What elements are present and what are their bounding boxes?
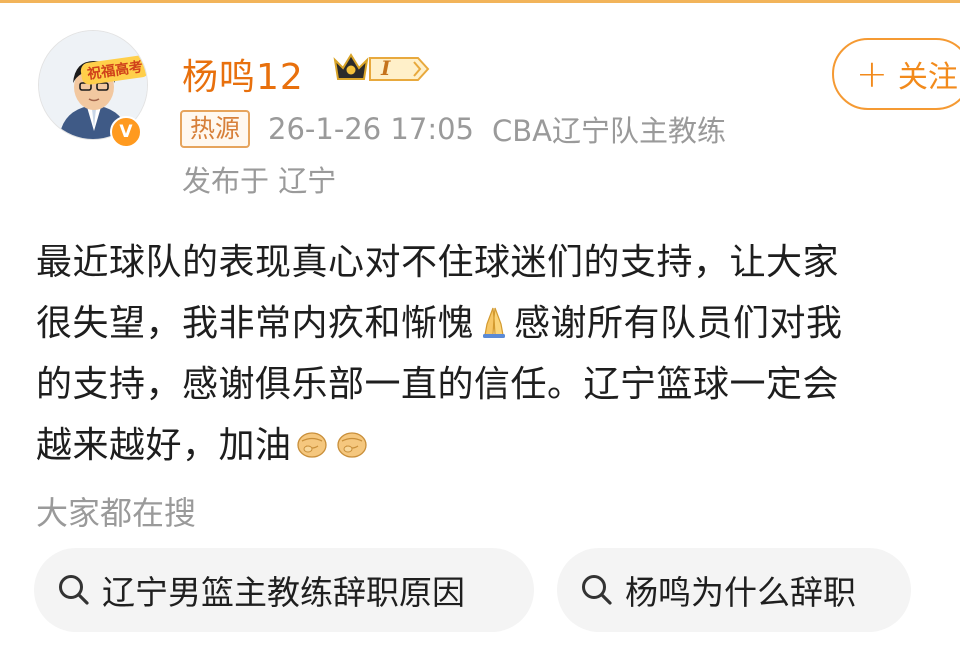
post-line: 越来越好，加油 [36, 415, 960, 476]
praying-hands-emoji [483, 307, 506, 338]
hot-source-badge[interactable]: 热源 [180, 110, 251, 148]
follow-button[interactable]: + 关注 [832, 38, 960, 110]
top-accent-line [0, 0, 960, 3]
crown-icon [333, 53, 369, 80]
trending-search-title: 大家都在搜 [36, 494, 197, 532]
post-line: 很失望，我非常内疚和惭愧 感谢所有队员们对我 [36, 293, 960, 354]
post-timestamp: 26-1-26 17:05 [268, 112, 474, 146]
post-location: 发布于 辽宁 [182, 164, 337, 198]
search-icon [59, 575, 89, 605]
verified-badge-icon: V [110, 116, 142, 148]
search-icon [582, 575, 612, 605]
follow-label: 关注 [897, 60, 958, 95]
post-line-text: 很失望，我非常内疚和惭愧 [36, 303, 475, 344]
post-line-text: 感谢所有队员们对我 [514, 303, 843, 344]
user-description: CBA辽宁队主教练 [492, 114, 726, 148]
plus-icon: + [856, 52, 888, 96]
username[interactable]: 杨鸣12 [182, 48, 304, 100]
post-content: 最近球队的表现真心对不住球迷们的支持，让大家 很失望，我非常内疚和惭愧 感谢所有… [36, 232, 960, 476]
post-line: 的支持，感谢俱乐部一直的信任。辽宁篮球一定会 [36, 364, 840, 405]
trending-search-item[interactable]: 辽宁男篮主教练辞职原因 [34, 548, 534, 632]
level-label: I [381, 56, 391, 80]
post-meta: 热源 26-1-26 17:05 CBA辽宁队主教练 [180, 110, 726, 148]
post-line-text: 越来越好，加油 [36, 425, 292, 466]
trending-search-label: 杨鸣为什么辞职 [625, 573, 856, 612]
trending-search-label: 辽宁男篮主教练辞职原因 [102, 573, 465, 612]
level-badge-icon [369, 57, 430, 81]
trending-search-item[interactable]: 杨鸣为什么辞职 [557, 548, 911, 632]
fist-emoji [336, 432, 367, 458]
post-line: 最近球队的表现真心对不住球迷们的支持，让大家 [36, 242, 840, 283]
fist-emoji [296, 432, 327, 458]
